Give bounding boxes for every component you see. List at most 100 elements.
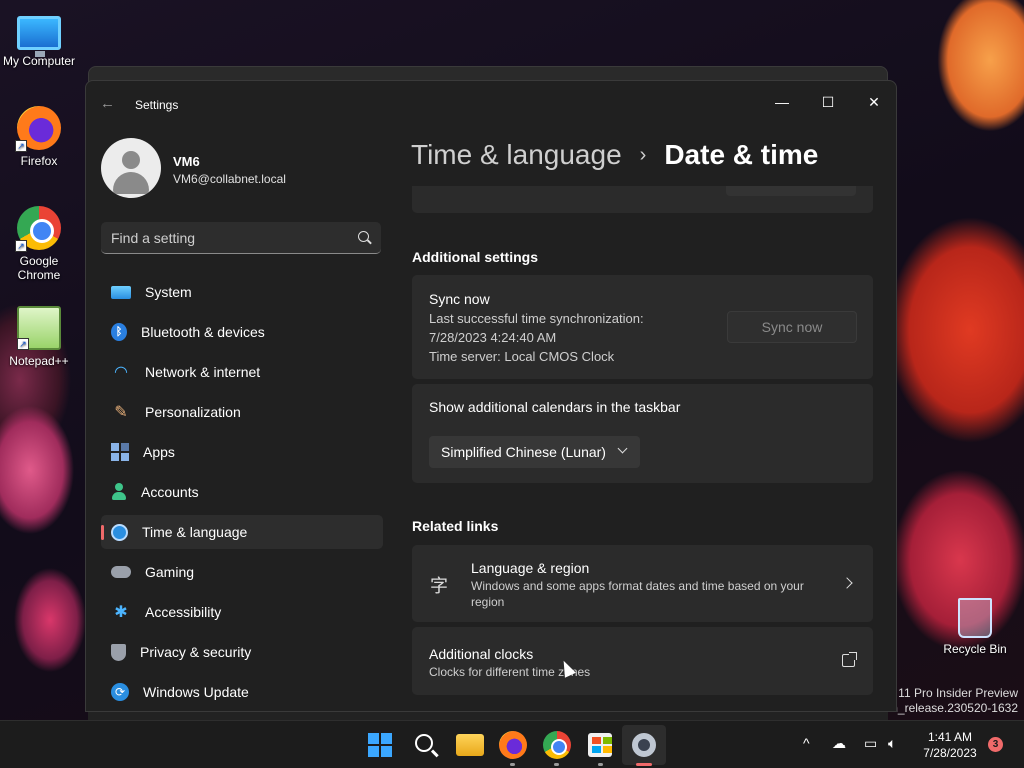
title-bar[interactable]: ← Settings — ☐ ✕ [86, 81, 896, 127]
sidebar-item-label: System [145, 284, 192, 300]
window-title: Settings [135, 98, 179, 112]
sidebar-item-label: Gaming [145, 564, 195, 580]
wifi-icon: ◠ [114, 364, 128, 381]
sidebar-item-label: Apps [143, 444, 175, 460]
chrome-icon[interactable] [543, 731, 571, 759]
settings-window: ← Settings — ☐ ✕ VM6 VM6@collabnet.local… [85, 80, 897, 712]
desktop-icon-notepadpp[interactable]: ↗ Notepad++ [0, 306, 78, 368]
accessibility-icon: ✱ [114, 604, 128, 621]
minimize-button[interactable]: — [760, 87, 804, 117]
clock-date: 7/28/2023 [923, 746, 977, 760]
taskbar: ^ ☁ ▭ 🔈︎ 1:41 AM 7/28/2023 3 [0, 720, 1024, 768]
apps-icon [111, 443, 129, 461]
section-title-additional-settings: Additional settings [412, 249, 538, 265]
calendar-dropdown[interactable]: Simplified Chinese (Lunar) [429, 436, 640, 468]
bluetooth-icon: ᛒ [111, 323, 127, 341]
search-box[interactable] [101, 222, 381, 254]
sidebar-item-gaming[interactable]: Gaming [101, 555, 383, 589]
firefox-icon[interactable] [499, 731, 527, 759]
avatar-body [113, 172, 149, 194]
calendar-dropdown-value: Simplified Chinese (Lunar) [441, 444, 606, 460]
sidebar-item-network[interactable]: ◠ Network & internet [101, 355, 383, 389]
sync-last-time: 7/28/2023 4:24:40 AM [429, 330, 557, 345]
sidebar-item-accounts[interactable]: Accounts [101, 475, 383, 509]
sidebar-item-bluetooth[interactable]: ᛒ Bluetooth & devices [101, 315, 383, 349]
watermark-line: zn_release.230520-1632 [885, 701, 1018, 715]
section-title-related-links: Related links [412, 518, 499, 534]
desktop-icon-recycle-bin[interactable]: Recycle Bin [936, 598, 1014, 656]
clock-globe-icon [111, 523, 128, 541]
chevron-down-icon [617, 443, 628, 454]
active-app-indicator [636, 763, 652, 766]
desktop-icon-label: Notepad++ [9, 354, 69, 368]
microsoft-store-icon[interactable] [588, 733, 612, 757]
avatar [101, 138, 161, 198]
gamepad-icon [111, 566, 131, 578]
sidebar-item-privacy[interactable]: Privacy & security [101, 635, 383, 669]
language-region-link[interactable]: 字 Language & region Windows and some app… [412, 545, 873, 622]
shield-icon [111, 643, 126, 661]
user-profile[interactable]: VM6 VM6@collabnet.local [101, 138, 381, 200]
previous-setting-button[interactable] [726, 186, 856, 196]
sidebar-item-personalization[interactable]: ✎ Personalization [101, 395, 383, 429]
link-description-line: Windows and some apps format dates and t… [471, 579, 804, 593]
sync-time-server: Time server: Local CMOS Clock [429, 349, 615, 364]
monitor-icon [111, 285, 131, 299]
avatar-head [122, 151, 140, 169]
sync-last-label: Last successful time synchronization: [429, 311, 644, 326]
sidebar-item-accessibility[interactable]: ✱ Accessibility [101, 595, 383, 629]
running-indicator [554, 763, 559, 766]
sidebar-item-windows-update[interactable]: ⟳ Windows Update [101, 675, 383, 709]
calendars-card: Show additional calendars in the taskbar… [412, 384, 873, 483]
user-name: VM6 [173, 154, 200, 169]
brush-icon: ✎ [114, 404, 128, 421]
breadcrumb-separator: › [639, 143, 647, 166]
breadcrumb-parent[interactable]: Time & language [411, 139, 622, 171]
person-icon [111, 483, 127, 501]
sync-now-button[interactable]: Sync now [727, 311, 857, 343]
shortcut-arrow-icon: ↗ [15, 240, 27, 252]
firefox-icon: ↗ [15, 106, 61, 152]
volume-icon[interactable]: 🔈︎ [888, 735, 896, 752]
sidebar-item-label: Accessibility [145, 604, 222, 620]
search-input[interactable] [111, 228, 341, 248]
sidebar-item-time-language[interactable]: Time & language [101, 515, 383, 549]
breadcrumb: Time & language › Date & time [411, 139, 818, 171]
taskbar-clock[interactable]: 1:41 AM 7/28/2023 [912, 729, 988, 761]
sidebar-item-label: Bluetooth & devices [141, 324, 265, 340]
page-title: Date & time [664, 139, 819, 170]
search-icon[interactable] [358, 231, 369, 242]
file-explorer-icon[interactable] [456, 734, 484, 756]
settings-gear-icon[interactable] [632, 733, 656, 757]
sidebar-item-system[interactable]: System [101, 275, 383, 309]
tray-chevron-up-icon[interactable]: ^ [803, 735, 810, 751]
desktop-icon-my-computer[interactable]: My Computer [0, 10, 78, 68]
additional-clocks-link[interactable]: Additional clocks Clocks for different t… [412, 627, 873, 695]
desktop-icon-label: Recycle Bin [943, 642, 1007, 656]
windows-start-icon[interactable] [368, 733, 392, 757]
maximize-button[interactable]: ☐ [806, 87, 850, 117]
onedrive-cloud-icon[interactable]: ☁ [832, 735, 846, 752]
sync-title: Sync now [429, 291, 490, 307]
language-icon: 字 [430, 576, 448, 596]
previous-setting-card [412, 186, 873, 213]
link-title: Additional clocks [429, 646, 534, 662]
desktop-icon-firefox[interactable]: ↗ Firefox [0, 106, 78, 168]
running-indicator [510, 763, 515, 766]
back-arrow-icon[interactable]: ← [100, 95, 115, 112]
running-indicator [598, 763, 603, 766]
notification-badge[interactable]: 3 [988, 737, 1003, 752]
sidebar-item-apps[interactable]: Apps [101, 435, 383, 469]
update-icon: ⟳ [111, 683, 129, 701]
calendars-title: Show additional calendars in the taskbar [429, 399, 681, 415]
link-title: Language & region [471, 560, 590, 576]
chrome-icon: ↗ [15, 206, 61, 252]
sidebar-item-label: Windows Update [143, 684, 249, 700]
recycle-bin-icon [958, 598, 992, 638]
desktop-icon-chrome[interactable]: ↗ Google Chrome [0, 206, 78, 282]
link-description: Windows and some apps format dates and t… [471, 578, 804, 610]
network-icon[interactable]: ▭ [864, 735, 877, 752]
close-button[interactable]: ✕ [852, 87, 896, 117]
search-icon[interactable] [415, 734, 433, 752]
watermark-line: s 11 Pro Insider Preview [888, 686, 1018, 700]
